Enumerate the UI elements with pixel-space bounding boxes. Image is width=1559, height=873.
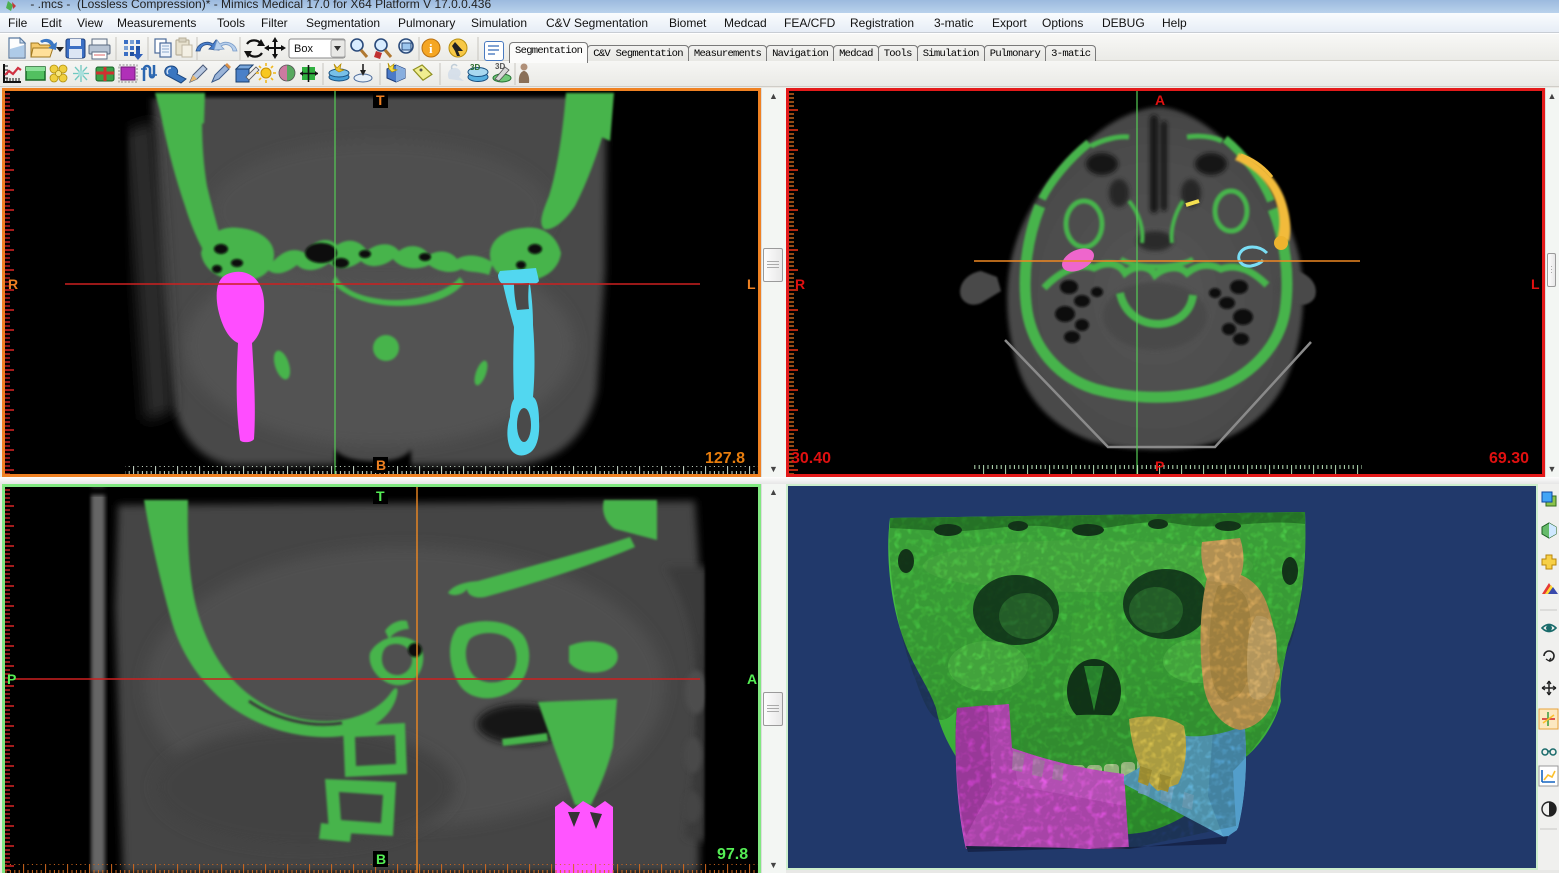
svg-text:127.8: 127.8 xyxy=(705,450,745,467)
svg-text:P: P xyxy=(7,671,16,687)
svg-text:T: T xyxy=(376,92,385,108)
svg-text:30.40: 30.40 xyxy=(791,450,831,467)
svg-text:3D: 3D xyxy=(470,63,480,72)
svg-text:69.30: 69.30 xyxy=(1489,450,1529,467)
svg-text:3D: 3D xyxy=(495,62,505,71)
svg-text:L: L xyxy=(747,276,756,292)
svg-text:P: P xyxy=(1155,458,1164,474)
svg-text:97.8: 97.8 xyxy=(717,846,748,863)
svg-text:A: A xyxy=(747,671,757,687)
svg-text:B: B xyxy=(376,457,386,473)
svg-text:L: L xyxy=(1531,276,1540,292)
svg-text:R: R xyxy=(795,276,805,292)
svg-text:B: B xyxy=(376,851,386,867)
svg-text:Box: Box xyxy=(294,43,313,55)
svg-text:A: A xyxy=(1155,92,1165,108)
svg-text:i: i xyxy=(429,41,433,56)
svg-text:T: T xyxy=(376,488,385,504)
svg-text:R: R xyxy=(8,276,18,292)
